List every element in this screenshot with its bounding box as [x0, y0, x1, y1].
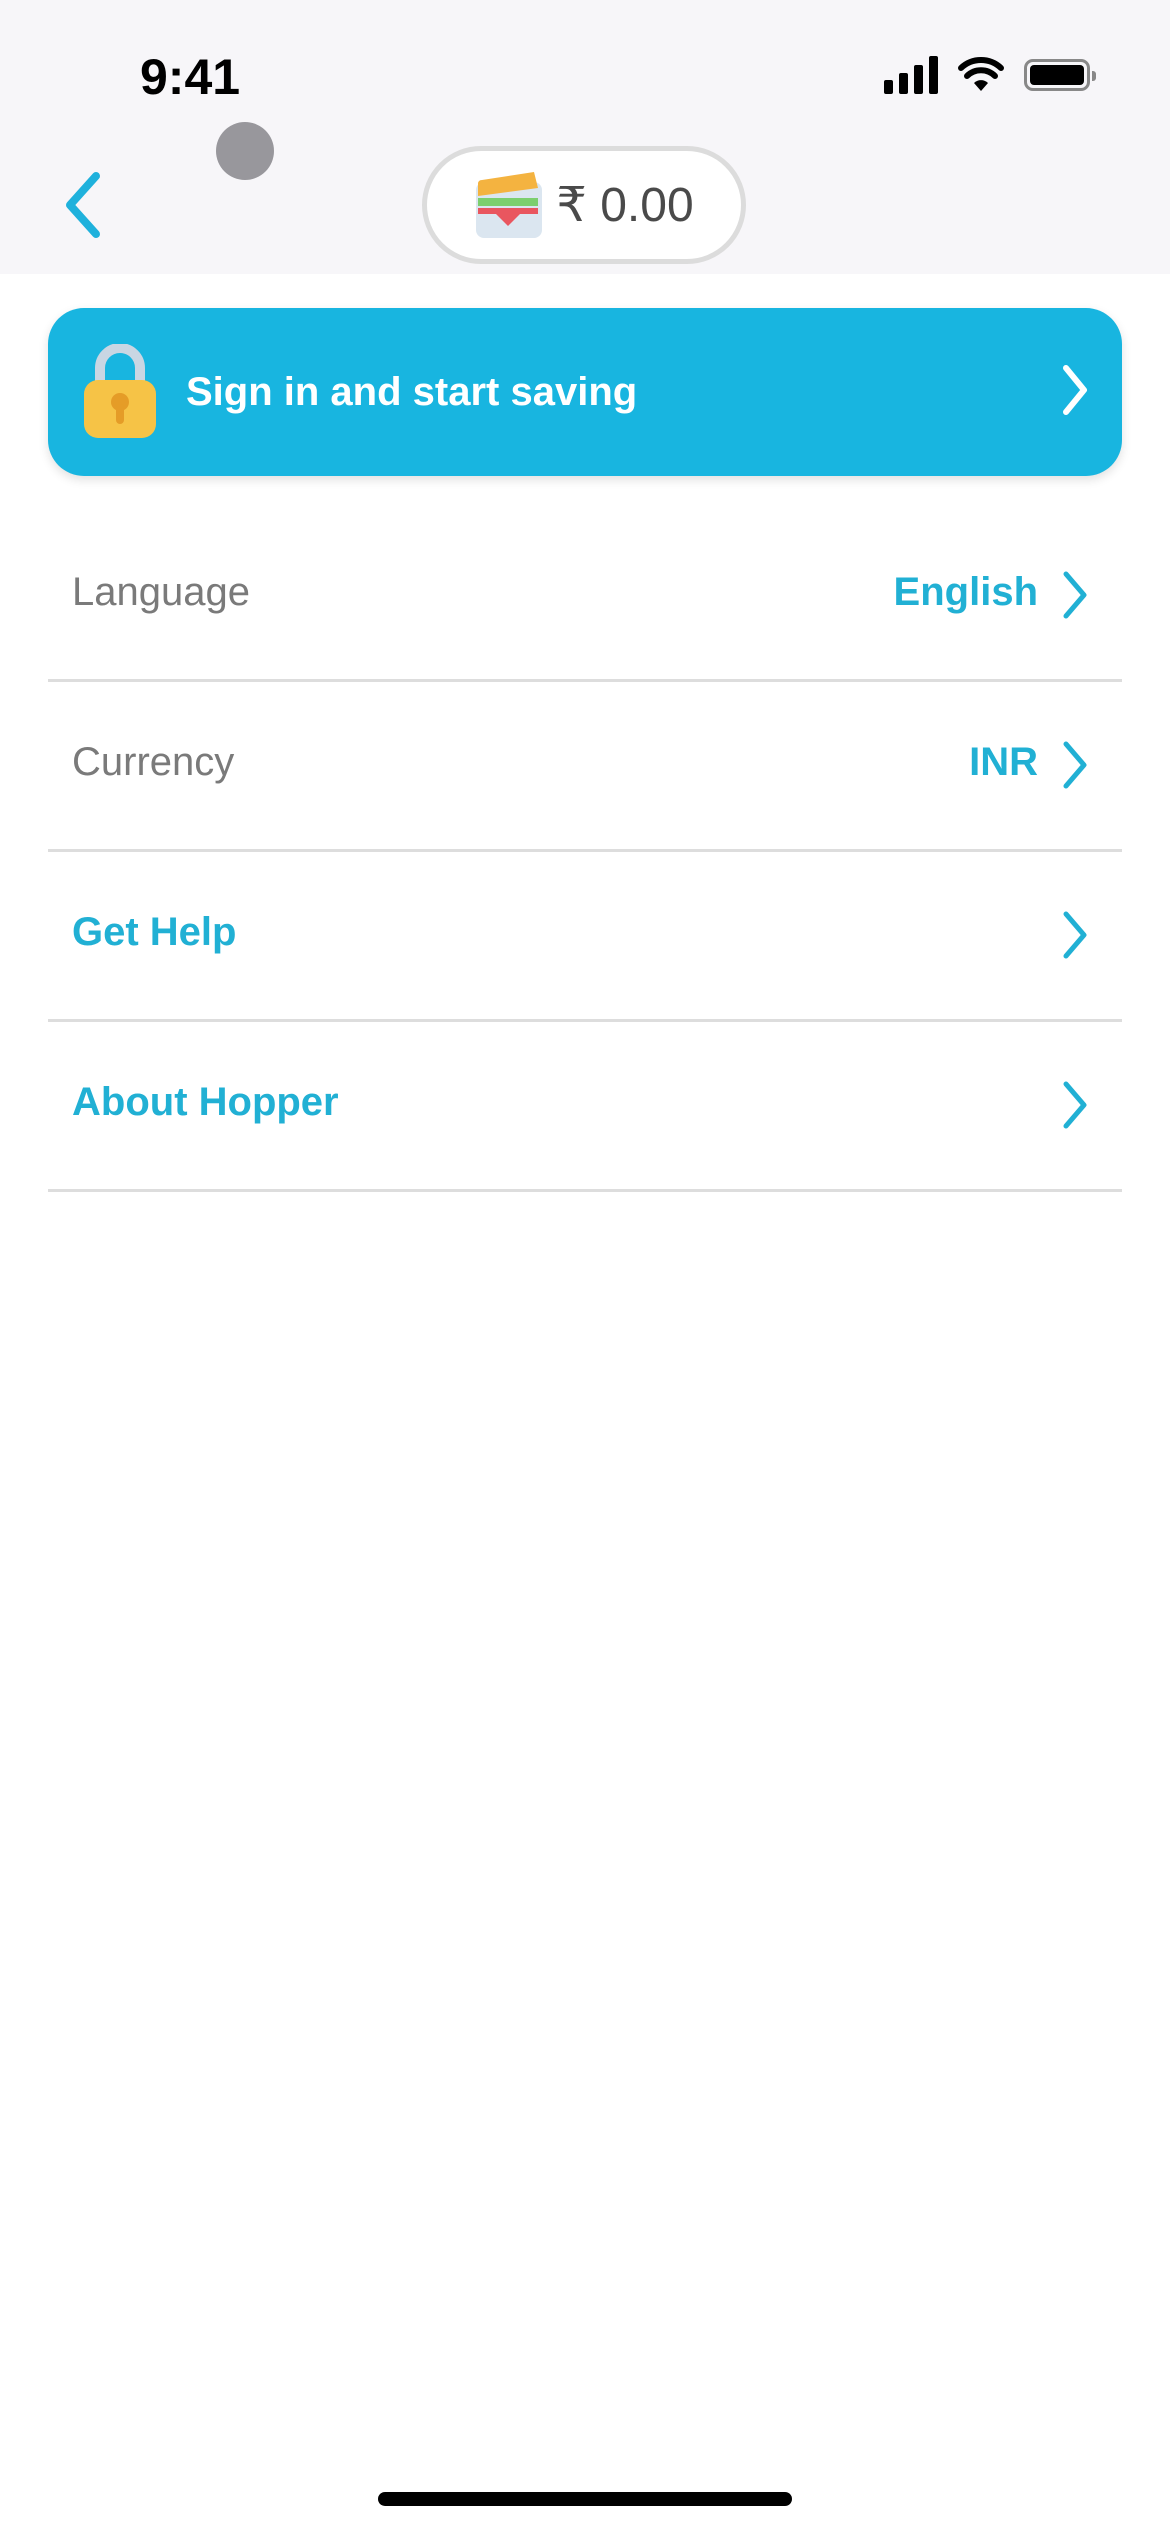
settings-row-get-help[interactable]: Get Help	[48, 852, 1122, 1022]
row-label: Currency	[72, 740, 235, 784]
row-label: About Hopper	[72, 1080, 339, 1124]
chevron-right-icon	[1063, 1081, 1087, 1129]
settings-row-about[interactable]: About Hopper	[48, 1022, 1122, 1192]
status-time: 9:41	[140, 49, 241, 105]
row-value: English	[893, 570, 1038, 614]
back-button[interactable]	[60, 170, 110, 240]
sign-in-banner[interactable]: Sign in and start saving	[48, 308, 1122, 476]
row-value: INR	[969, 740, 1038, 784]
sign-in-label: Sign in and start saving	[186, 369, 638, 414]
row-label: Get Help	[72, 910, 237, 954]
wifi-icon	[958, 57, 1004, 91]
wallet-icon	[476, 172, 543, 238]
home-indicator[interactable]	[378, 2492, 792, 2506]
lock-icon	[84, 344, 156, 438]
assistive-touch-dot[interactable]	[216, 122, 274, 180]
settings-row-currency[interactable]: Currency INR	[48, 682, 1122, 852]
chevron-right-icon	[1063, 911, 1087, 959]
battery-icon	[1024, 59, 1096, 91]
chevron-right-icon	[1063, 741, 1087, 789]
wallet-balance-button[interactable]: ₹ 0.00	[422, 146, 746, 264]
wallet-amount: ₹ 0.00	[556, 179, 694, 232]
chevron-right-icon	[1063, 571, 1087, 619]
chevron-right-icon	[1063, 365, 1087, 415]
signal-icon	[884, 56, 938, 94]
settings-row-language[interactable]: Language English	[48, 512, 1122, 682]
row-label: Language	[72, 570, 250, 614]
status-icons	[884, 56, 1096, 94]
